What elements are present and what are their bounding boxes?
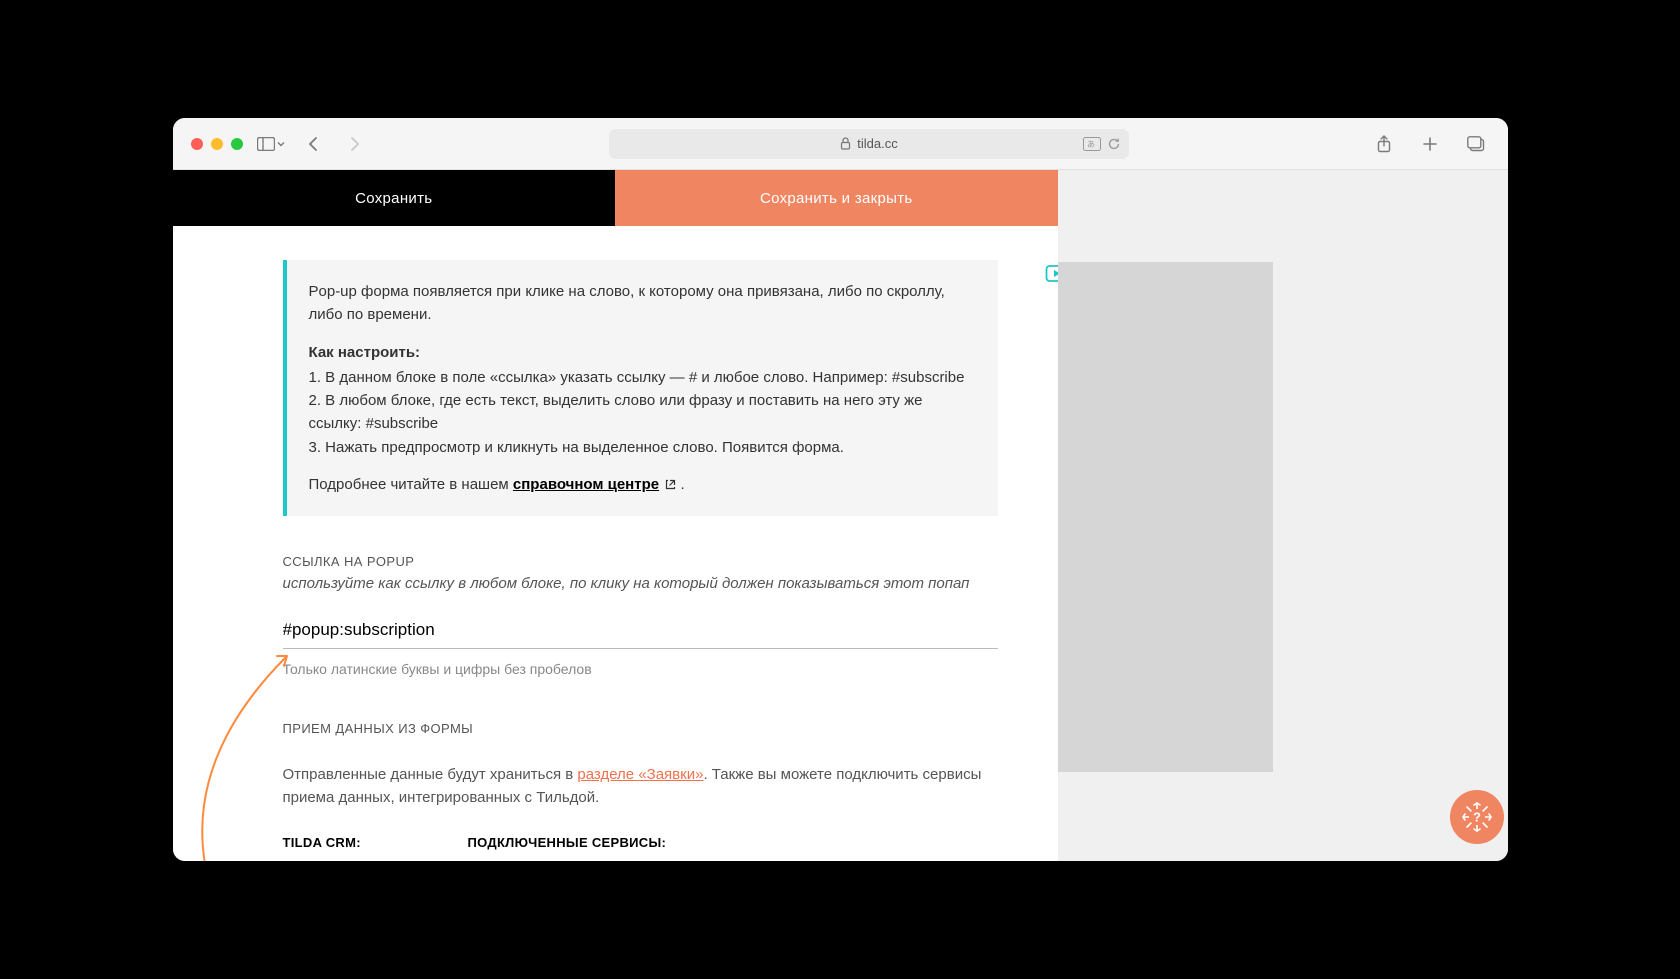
translate-icon[interactable]: あ [1083,137,1101,151]
preview-pane [1058,170,1508,861]
traffic-lights [191,138,243,150]
info-howto-title: Как настроить: [309,341,972,364]
address-bar-wrap: tilda.cc あ [383,129,1356,159]
info-step3: 3. Нажать предпросмотр и кликнуть на выд… [309,436,972,459]
tab-overview-button[interactable] [1462,130,1490,158]
crm-column: TILDA CRM: LEADS [283,835,468,861]
forward-button[interactable] [341,130,369,158]
crm-head: TILDA CRM: [283,835,468,850]
action-tabs: Сохранить Сохранить и закрыть [173,170,1058,226]
sidebar-toggle-button[interactable] [257,130,285,158]
svg-text:あ: あ [1087,140,1095,149]
services-head: ПОДКЛЮЧЕННЫЕ СЕРВИСЫ: [468,835,788,850]
settings-scroll[interactable]: i Pop-up форма появляется при клике на с… [173,226,1058,861]
snowflake-question-icon: ? [1460,800,1494,834]
browser-window: tilda.cc あ [173,118,1508,861]
services-column: ПОДКЛЮЧЕННЫЕ СЕРВИСЫ: MAILERLITE: MAILER… [468,835,788,861]
back-button[interactable] [299,130,327,158]
services-row: TILDA CRM: LEADS ПОДКЛЮЧЕННЫЕ СЕРВИСЫ: M… [283,835,998,861]
content-area: Сохранить Сохранить и закрыть i [173,170,1508,861]
save-close-button[interactable]: Сохранить и закрыть [615,170,1058,226]
info-box: i Pop-up форма появляется при клике на с… [283,260,998,516]
leads-section-link[interactable]: разделе «Заявки» [577,766,703,783]
external-link-icon [665,479,676,490]
close-window-button[interactable] [191,138,203,150]
info-step1: 1. В данном блоке в поле «ссылка» указат… [309,366,972,389]
save-button[interactable]: Сохранить [173,170,616,226]
popup-link-hint: используйте как ссылку в любом блоке, по… [283,575,998,592]
maximize-window-button[interactable] [231,138,243,150]
form-data-desc: Отправленные данные будут храниться в ра… [283,764,998,809]
svg-text:?: ? [1473,809,1481,824]
form-data-label: ПРИЕМ ДАННЫХ ИЗ ФОРМЫ [283,721,998,736]
minimize-window-button[interactable] [211,138,223,150]
safari-toolbar: tilda.cc あ [173,118,1508,170]
form-data-section: ПРИЕМ ДАННЫХ ИЗ ФОРМЫ Отправленные данны… [283,721,998,861]
address-bar[interactable]: tilda.cc あ [609,129,1129,159]
save-label: Сохранить [355,190,432,207]
new-tab-button[interactable] [1416,130,1444,158]
popup-link-label: ССЫЛКА НА POPUP [283,554,998,569]
url-host: tilda.cc [857,136,897,151]
popup-link-subhint: Только латинские буквы и цифры без пробе… [283,661,998,677]
popup-link-field: ССЫЛКА НА POPUP используйте как ссылку в… [283,554,998,677]
lock-icon [840,137,851,150]
info-step2: 2. В любом блоке, где есть текст, выдели… [309,389,972,436]
preview-placeholder [1058,262,1273,772]
help-center-link[interactable]: справочном центре [513,476,659,493]
info-intro: Pop-up форма появляется при клике на сло… [309,280,972,327]
editor-panel: Сохранить Сохранить и закрыть i [173,170,1058,861]
video-help-icon[interactable]: i [1044,258,1058,286]
info-more: Подробнее читайте в нашем справочном цен… [309,473,972,496]
reload-icon[interactable] [1107,137,1121,151]
save-close-label: Сохранить и закрыть [760,190,913,207]
popup-link-input[interactable] [283,614,998,649]
share-button[interactable] [1370,130,1398,158]
info-steps: 1. В данном блоке в поле «ссылка» указат… [309,366,972,459]
help-bubble-button[interactable]: ? [1450,790,1504,844]
